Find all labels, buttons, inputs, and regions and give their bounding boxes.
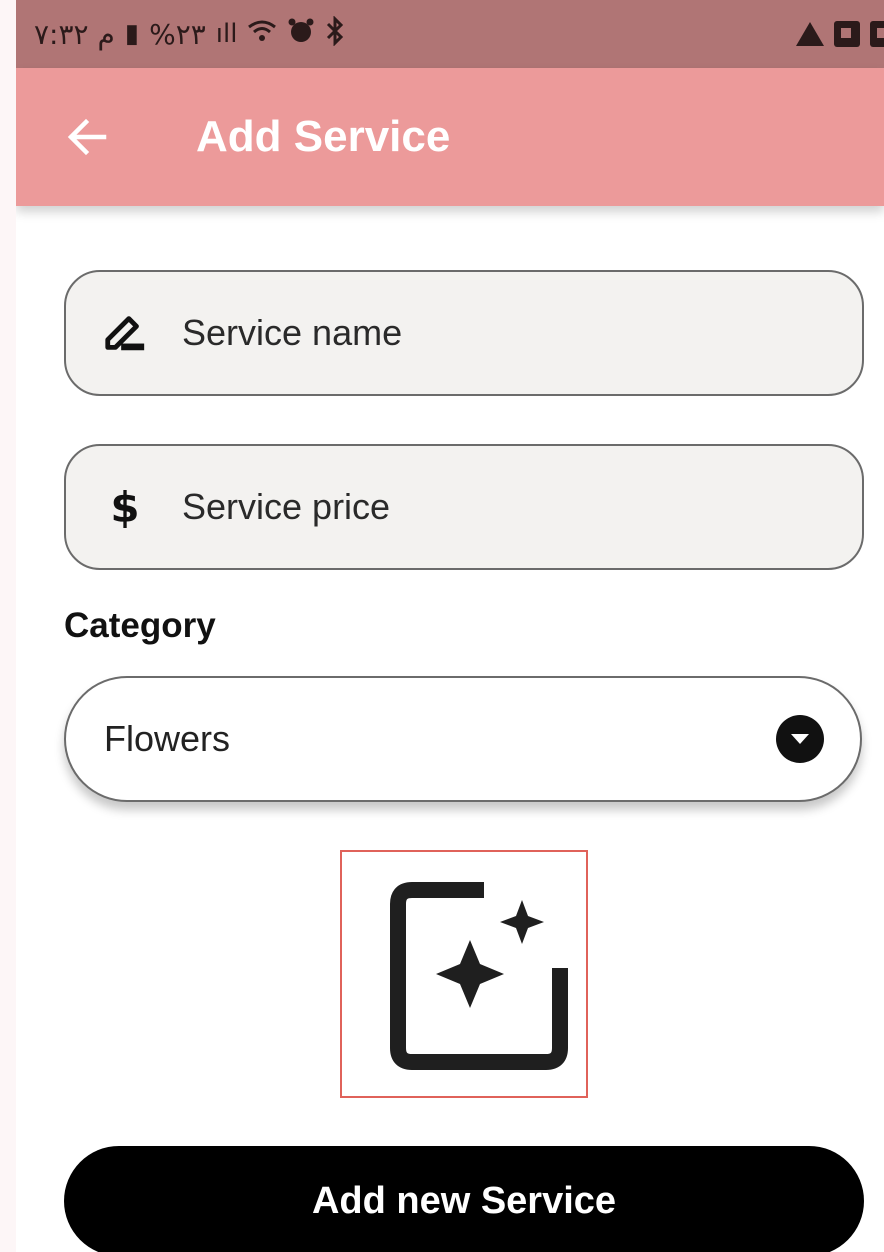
- warning-icon: [796, 22, 824, 46]
- arrow-left-icon: [67, 118, 107, 156]
- status-bar: ۷:۳۲ م ▮ %۲۳ ıll: [16, 0, 884, 68]
- category-dropdown[interactable]: Flowers: [64, 676, 862, 802]
- status-left: ۷:۳۲ م ▮ %۲۳ ıll: [34, 14, 345, 53]
- status-battery: %۲۳: [149, 17, 206, 51]
- service-name-field[interactable]: [64, 270, 864, 396]
- screen: ۷:۳۲ م ▮ %۲۳ ıll Add Service Service nam…: [16, 0, 884, 1252]
- signal-icon: ıll: [215, 19, 238, 49]
- status-right: [796, 21, 884, 47]
- image-notification-icon: [870, 21, 884, 47]
- page-title: Add Service: [196, 112, 451, 161]
- alarm-icon: [287, 17, 315, 52]
- category-label: Category: [64, 606, 216, 645]
- chevron-down-circle-icon: [776, 715, 824, 763]
- wifi-icon: [247, 18, 277, 51]
- image-picker[interactable]: [340, 850, 588, 1098]
- service-name-input[interactable]: [182, 312, 782, 354]
- battery-icon: ▮: [124, 19, 140, 49]
- service-price-field[interactable]: $: [64, 444, 864, 570]
- sparkle-image-icon: [390, 882, 568, 1070]
- bluetooth-icon: [325, 14, 345, 53]
- category-selected-value: Flowers: [104, 718, 231, 759]
- pencil-icon: [102, 310, 148, 356]
- status-time: ۷:۳۲ م: [34, 17, 115, 51]
- back-button[interactable]: [62, 112, 112, 162]
- dollar-icon: $: [110, 482, 140, 532]
- service-price-input[interactable]: [182, 486, 782, 528]
- app-bar: Add Service: [16, 68, 884, 206]
- app-notification-icon: [834, 21, 860, 47]
- add-service-button[interactable]: Add new Service: [64, 1146, 864, 1252]
